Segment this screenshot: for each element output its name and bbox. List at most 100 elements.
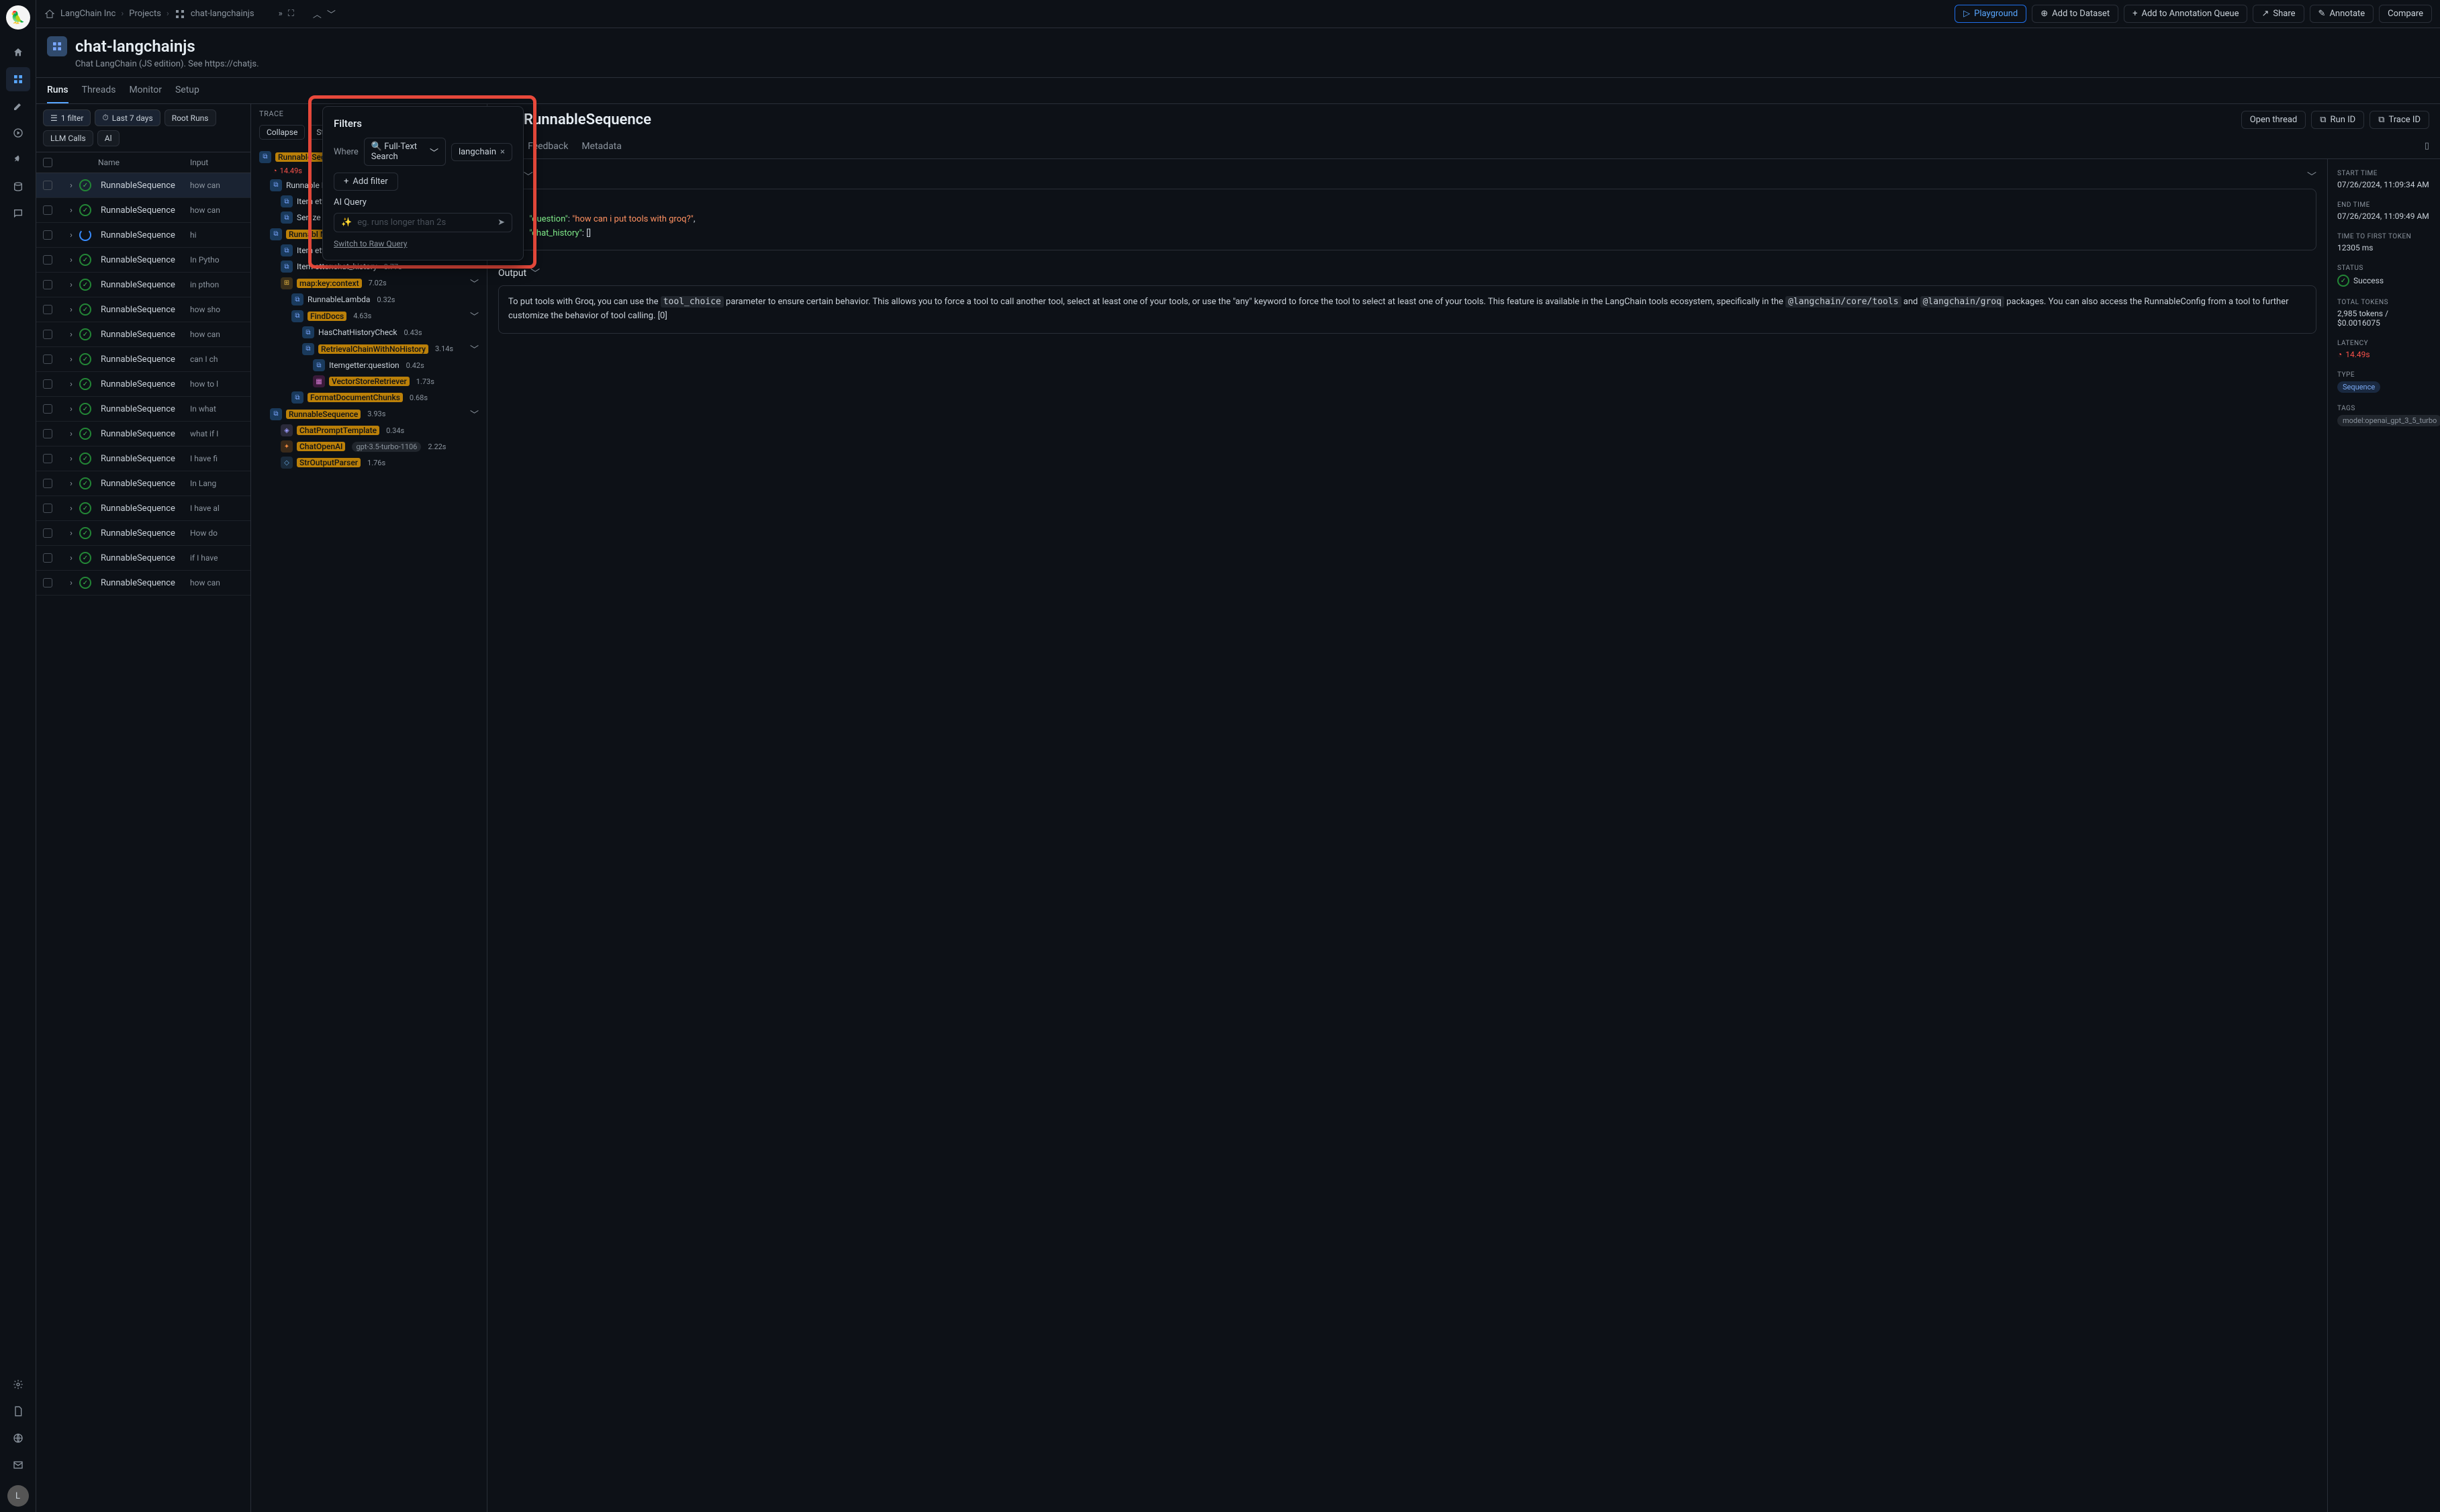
- row-checkbox[interactable]: [43, 429, 52, 438]
- chevron-down-icon[interactable]: ﹀: [470, 277, 479, 289]
- row-checkbox[interactable]: [43, 454, 52, 463]
- rail-chat[interactable]: [6, 201, 30, 226]
- rail-settings[interactable]: [6, 1372, 30, 1397]
- filter-all[interactable]: Al: [97, 130, 120, 146]
- run-row[interactable]: › RunnableSequence how can: [36, 571, 250, 596]
- run-row[interactable]: › RunnableSequence how can: [36, 173, 250, 198]
- tab-threads[interactable]: Threads: [82, 78, 116, 103]
- expand-icon[interactable]: ›: [63, 355, 79, 365]
- trace-tree-item[interactable]: ⧉HasChatHistoryCheck0.43s: [256, 324, 481, 340]
- expand-icon[interactable]: ›: [63, 280, 79, 290]
- ai-query-input[interactable]: [357, 218, 492, 228]
- trace-tree-item[interactable]: ▦VectorStoreRetriever1.73s: [256, 373, 481, 389]
- rail-data[interactable]: [6, 175, 30, 199]
- filter-root-runs[interactable]: Root Runs: [165, 109, 216, 126]
- tab-monitor[interactable]: Monitor: [129, 78, 162, 103]
- rail-doc[interactable]: [6, 1399, 30, 1423]
- col-name[interactable]: Name: [98, 158, 190, 167]
- expand-icon[interactable]: ›: [63, 578, 79, 588]
- rail-edit[interactable]: [6, 94, 30, 118]
- chevron-down-icon[interactable]: ﹀: [470, 310, 479, 322]
- tab-runs[interactable]: Runs: [47, 78, 68, 103]
- chevron-down-icon[interactable]: ﹀: [470, 342, 479, 355]
- run-row[interactable]: › RunnableSequence I have al: [36, 496, 250, 521]
- rail-home[interactable]: [6, 40, 30, 64]
- search-type-select[interactable]: 🔍 Full-Text Search﹀: [364, 138, 446, 166]
- expand-icon[interactable]: ›: [63, 230, 79, 240]
- layout-toggle-icon[interactable]: ▯: [2425, 136, 2429, 158]
- rail-mail[interactable]: [6, 1453, 30, 1477]
- row-checkbox[interactable]: [43, 181, 52, 190]
- expand-icon[interactable]: ›: [63, 454, 79, 464]
- run-row[interactable]: › RunnableSequence how can: [36, 198, 250, 223]
- app-logo[interactable]: 🦜: [6, 5, 30, 30]
- breadcrumb-projects[interactable]: Projects: [129, 9, 161, 19]
- playground-button[interactable]: ▷Playground: [1955, 5, 2026, 23]
- open-thread-button[interactable]: Open thread: [2241, 111, 2306, 129]
- tab-setup[interactable]: Setup: [175, 78, 199, 103]
- trace-tree-item[interactable]: ✦ChatOpenAIgpt-3.5-turbo-11062.22s: [256, 438, 481, 455]
- row-checkbox[interactable]: [43, 528, 52, 538]
- search-value-chip[interactable]: langchain×: [451, 143, 512, 161]
- run-row[interactable]: › RunnableSequence how sho: [36, 297, 250, 322]
- rail-rocket[interactable]: [6, 148, 30, 172]
- expand-icon[interactable]: ›: [63, 205, 79, 216]
- trace-tree-item[interactable]: ⧉Itemgetter:question0.42s: [256, 357, 481, 373]
- trace-tree-item[interactable]: ◈ChatPromptTemplate0.34s: [256, 422, 481, 438]
- run-row[interactable]: › RunnableSequence hi: [36, 223, 250, 248]
- run-row[interactable]: › RunnableSequence how can: [36, 322, 250, 347]
- add-filter-button[interactable]: +Add filter: [334, 173, 398, 191]
- collapse-panel-icon[interactable]: »: [279, 9, 283, 19]
- add-dataset-button[interactable]: ⊕Add to Dataset: [2032, 5, 2118, 23]
- nav-down-icon[interactable]: ﹀: [327, 7, 336, 20]
- chevron-down-icon[interactable]: ﹀: [524, 170, 533, 183]
- chevron-down-icon[interactable]: ﹀: [530, 267, 540, 280]
- expand-icon[interactable]: ⛶: [288, 9, 294, 19]
- filter-count-chip[interactable]: ☰1 filter: [43, 109, 91, 126]
- run-row[interactable]: › RunnableSequence How do: [36, 521, 250, 546]
- col-input[interactable]: Input: [190, 158, 244, 167]
- expand-icon[interactable]: ›: [63, 330, 79, 340]
- row-checkbox[interactable]: [43, 280, 52, 289]
- row-checkbox[interactable]: [43, 404, 52, 414]
- trace-collapse-button[interactable]: Collapse: [259, 125, 305, 140]
- run-row[interactable]: › RunnableSequence In Pytho: [36, 248, 250, 273]
- rail-projects[interactable]: [6, 67, 30, 91]
- send-icon[interactable]: ➤: [498, 218, 505, 228]
- expand-icon[interactable]: ›: [63, 379, 79, 389]
- row-checkbox[interactable]: [43, 504, 52, 513]
- run-row[interactable]: › RunnableSequence in pthon: [36, 273, 250, 297]
- trace-tree-item[interactable]: ⧉RunnableSequence3.93s﹀: [256, 406, 481, 422]
- annotate-button[interactable]: ✎Annotate: [2310, 5, 2374, 23]
- run-row[interactable]: › RunnableSequence what if I: [36, 422, 250, 446]
- add-annotation-button[interactable]: +Add to Annotation Queue: [2124, 5, 2247, 23]
- expand-icon[interactable]: ›: [63, 429, 79, 439]
- row-checkbox[interactable]: [43, 230, 52, 240]
- row-checkbox[interactable]: [43, 479, 52, 488]
- nav-up-icon[interactable]: ︿: [313, 7, 322, 20]
- chevron-down-icon[interactable]: ﹀: [470, 408, 479, 420]
- detail-tab-metadata[interactable]: Metadata: [581, 136, 622, 158]
- breadcrumb-org[interactable]: LangChain Inc: [60, 9, 115, 19]
- expand-icon[interactable]: ›: [63, 553, 79, 563]
- row-checkbox[interactable]: [43, 379, 52, 389]
- switch-raw-query-link[interactable]: Switch to Raw Query: [334, 239, 407, 248]
- user-avatar[interactable]: L: [7, 1485, 29, 1507]
- row-checkbox[interactable]: [43, 255, 52, 265]
- expand-icon[interactable]: ›: [63, 528, 79, 538]
- row-checkbox[interactable]: [43, 205, 52, 215]
- run-row[interactable]: › RunnableSequence how to l: [36, 372, 250, 397]
- breadcrumb-project[interactable]: chat-langchainjs: [191, 9, 254, 19]
- filter-llm-calls[interactable]: LLM Calls: [43, 130, 93, 146]
- row-checkbox[interactable]: [43, 330, 52, 339]
- trace-tree-item[interactable]: ⧉Item etter:chat_history0.77s: [256, 258, 481, 275]
- rail-play[interactable]: [6, 121, 30, 145]
- clear-icon[interactable]: ×: [500, 147, 505, 157]
- trace-tree-item[interactable]: ⊞map:key:context7.02s﹀: [256, 275, 481, 291]
- run-row[interactable]: › RunnableSequence In what: [36, 397, 250, 422]
- rail-globe[interactable]: [6, 1426, 30, 1450]
- detail-tab-feedback[interactable]: Feedback: [528, 136, 568, 158]
- select-all-checkbox[interactable]: [43, 158, 52, 167]
- expand-icon[interactable]: ›: [63, 305, 79, 315]
- run-row[interactable]: › RunnableSequence I have fi: [36, 446, 250, 471]
